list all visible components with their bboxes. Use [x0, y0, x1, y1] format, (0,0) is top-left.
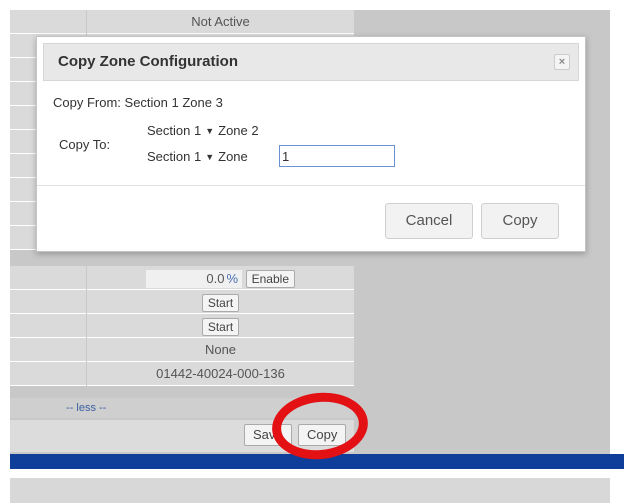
copy-to-label: Copy To: [59, 137, 111, 152]
footer-strip [10, 478, 610, 503]
copy-from-row: Copy From: Section 1 Zone 3 [53, 95, 223, 110]
footer-band [10, 454, 624, 469]
section-select-1[interactable]: Section 1 [147, 123, 201, 138]
dialog-divider [37, 185, 585, 186]
start-button[interactable]: Start [201, 293, 240, 312]
zone-label: Zone [218, 149, 248, 164]
action-bar: Save Copy [10, 420, 354, 452]
none-cell: None [87, 338, 354, 362]
status-cell: Not Active [87, 10, 354, 34]
less-link[interactable]: -- less -- [10, 398, 354, 418]
save-button[interactable]: Save [244, 424, 292, 446]
zone-select-1[interactable]: Zone 2 [218, 123, 258, 138]
cancel-button[interactable]: Cancel [385, 203, 473, 239]
dropdown-caret-icon[interactable]: ▼ [205, 126, 214, 136]
enable-button[interactable]: Enable [245, 269, 295, 288]
dialog-header: Copy Zone Configuration × [43, 43, 579, 81]
table-row: Start [10, 314, 354, 338]
close-icon[interactable]: × [554, 54, 570, 70]
table-row: 01442-40024-000-136 [10, 362, 354, 386]
dialog-title: Copy Zone Configuration [58, 53, 238, 70]
copy-from-label: Copy From: [53, 95, 121, 110]
section-select-2[interactable]: Section 1 [147, 149, 201, 164]
copy-zone-dialog: Copy Zone Configuration × Copy From: Sec… [36, 36, 586, 252]
table-row: Not Active [10, 10, 354, 34]
serial-cell: 01442-40024-000-136 [87, 362, 354, 386]
table-row: 0.0% Enable [10, 266, 354, 290]
start-button[interactable]: Start [201, 317, 240, 336]
percent-field[interactable]: 0.0% [146, 269, 242, 288]
copy-confirm-button[interactable]: Copy [481, 203, 559, 239]
dropdown-caret-icon[interactable]: ▼ [205, 152, 214, 162]
copy-button[interactable]: Copy [298, 424, 347, 446]
zone-input[interactable] [279, 145, 395, 167]
copy-to-row-2: Section 1 ▼ Zone [147, 149, 248, 164]
copy-from-value: Section 1 Zone 3 [124, 95, 223, 110]
table-row: None [10, 338, 354, 362]
copy-to-row-1: Section 1 ▼ Zone 2 [147, 123, 259, 138]
table-row: Start [10, 290, 354, 314]
